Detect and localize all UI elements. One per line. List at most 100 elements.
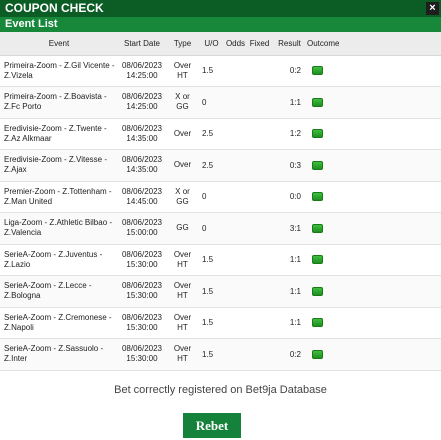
event-cell: Eredivisie-Zoom - Z.Twente - Z.Az Alkmaa… xyxy=(0,118,118,150)
uo-cell: 1.5 xyxy=(199,338,224,371)
table-row: Premier-Zoom - Z.Tottenham - Z.Man Unite… xyxy=(0,181,441,213)
uo-cell: 0 xyxy=(199,86,224,119)
outcome-cell xyxy=(307,181,441,213)
table-row: SerieA-Zoom - Z.Cremonese - Z.Napoli 08/0… xyxy=(0,307,441,339)
table-row: SerieA-Zoom - Z.Lecce - Z.Bologna 08/06/2… xyxy=(0,275,441,308)
result-cell: 1:1 xyxy=(272,244,307,276)
type-line-2: HT xyxy=(177,259,188,269)
result-cell: 1:1 xyxy=(272,307,307,339)
uo-cell: 0 xyxy=(199,181,224,213)
uo-cell: 2.5 xyxy=(199,118,224,150)
start-date-cell: 08/06/2023 15:00:00 xyxy=(118,212,166,245)
odds-cell xyxy=(224,149,247,182)
result-cell: 1:2 xyxy=(272,118,307,150)
odds-cell xyxy=(224,86,247,119)
start-date: 08/06/2023 xyxy=(121,249,163,259)
odds-cell xyxy=(224,338,247,371)
start-date-cell: 08/06/2023 15:30:00 xyxy=(118,307,166,339)
result-cell: 1:1 xyxy=(272,275,307,308)
fixed-cell xyxy=(247,338,272,371)
start-date-cell: 08/06/2023 15:30:00 xyxy=(118,275,166,308)
table-row: Primeira-Zoom - Z.Boavista - Z.Fc Porto 0… xyxy=(0,86,441,119)
type-cell: X or GG xyxy=(166,181,199,213)
event-cell: Eredivisie-Zoom - Z.Vitesse - Z.Ajax xyxy=(0,149,118,182)
type-line-1: Over xyxy=(173,128,192,138)
outcome-cell xyxy=(307,275,441,308)
type-line-2: HT xyxy=(177,354,188,364)
header-odds: Odds xyxy=(224,32,247,56)
start-date-cell: 08/06/2023 14:25:00 xyxy=(118,86,166,119)
result-cell: 0:3 xyxy=(272,149,307,182)
outcome-cell xyxy=(307,86,441,119)
start-time: 14:45:00 xyxy=(126,196,158,206)
type-line-1: X or xyxy=(175,92,190,102)
green-square-icon xyxy=(312,318,323,328)
type-line-1: X or xyxy=(175,186,190,196)
start-date: 08/06/2023 xyxy=(121,344,163,354)
type-line-1: Over xyxy=(173,160,192,170)
green-square-icon xyxy=(312,223,323,233)
result-cell: 0:0 xyxy=(272,181,307,213)
type-cell: Over HT xyxy=(166,338,199,371)
green-square-icon xyxy=(312,286,323,296)
start-date: 08/06/2023 xyxy=(121,312,163,322)
uo-cell: 1.5 xyxy=(199,275,224,308)
table-row: Primeira-Zoom - Z.Gil Vicente - Z.Vizela… xyxy=(0,55,441,87)
type-line-2: GG xyxy=(176,196,189,206)
header-outcome: Outcome xyxy=(307,32,441,56)
uo-cell: 1.5 xyxy=(199,55,224,87)
fixed-cell xyxy=(247,149,272,182)
type-line-2: HT xyxy=(177,322,188,332)
confirmation-message: Bet correctly registered on Bet9ja Datab… xyxy=(114,384,327,396)
start-date: 08/06/2023 xyxy=(121,155,163,165)
rebet-button[interactable]: Rebet xyxy=(183,413,241,438)
start-date: 08/06/2023 xyxy=(121,218,163,228)
type-line-2: HT xyxy=(177,291,188,301)
event-cell: Liga-Zoom - Z.Athletic Bilbao - Z.Valenc… xyxy=(0,212,118,245)
window-title-bar: COUPON CHECK xyxy=(0,0,441,17)
type-line-1: Over xyxy=(173,344,192,354)
header-uo: U/O xyxy=(199,32,224,56)
event-table: Event Start Date Type U/O Odds Fixed Res… xyxy=(0,32,441,371)
type-cell: Over HT xyxy=(166,55,199,87)
header-fixed: Fixed xyxy=(247,32,272,56)
fixed-cell xyxy=(247,55,272,87)
green-square-icon xyxy=(312,129,323,139)
result-cell: 1:1 xyxy=(272,86,307,119)
odds-cell xyxy=(224,307,247,339)
start-date-cell: 08/06/2023 14:35:00 xyxy=(118,118,166,150)
start-date: 08/06/2023 xyxy=(121,92,163,102)
odds-cell xyxy=(224,212,247,245)
type-line-1: Over xyxy=(173,249,192,259)
start-date-cell: 08/06/2023 15:30:00 xyxy=(118,338,166,371)
fixed-cell xyxy=(247,212,272,245)
result-cell: 0:2 xyxy=(272,55,307,87)
green-square-icon xyxy=(312,349,323,359)
type-line-2: GG xyxy=(176,102,189,112)
odds-cell xyxy=(224,181,247,213)
header-type: Type xyxy=(166,32,199,56)
start-time: 14:25:00 xyxy=(126,102,158,112)
table-row: SerieA-Zoom - Z.Sassuolo - Z.Inter 08/06/… xyxy=(0,338,441,371)
type-line-1: Over xyxy=(173,281,192,291)
start-time: 15:30:00 xyxy=(126,291,158,301)
green-square-icon xyxy=(312,97,323,107)
table-row: Eredivisie-Zoom - Z.Vitesse - Z.Ajax 08/0… xyxy=(0,149,441,182)
start-date-cell: 08/06/2023 14:35:00 xyxy=(118,149,166,182)
event-cell: Primeira-Zoom - Z.Gil Vicente - Z.Vizela xyxy=(0,55,118,87)
close-icon[interactable]: × xyxy=(426,2,439,15)
start-date: 08/06/2023 xyxy=(121,60,163,70)
green-square-icon xyxy=(312,66,323,76)
table-row: Liga-Zoom - Z.Athletic Bilbao - Z.Valenc… xyxy=(0,212,441,245)
start-date: 08/06/2023 xyxy=(121,281,163,291)
type-line-1: Over xyxy=(173,60,192,70)
event-cell: SerieA-Zoom - Z.Sassuolo - Z.Inter xyxy=(0,338,118,371)
start-date: 08/06/2023 xyxy=(121,186,163,196)
start-time: 14:35:00 xyxy=(126,165,158,175)
type-cell: Over HT xyxy=(166,275,199,308)
fixed-cell xyxy=(247,307,272,339)
green-square-icon xyxy=(312,192,323,202)
type-line-1: GG xyxy=(176,223,189,233)
event-table-container: Event Start Date Type U/O Odds Fixed Res… xyxy=(0,32,441,376)
fixed-cell xyxy=(247,118,272,150)
